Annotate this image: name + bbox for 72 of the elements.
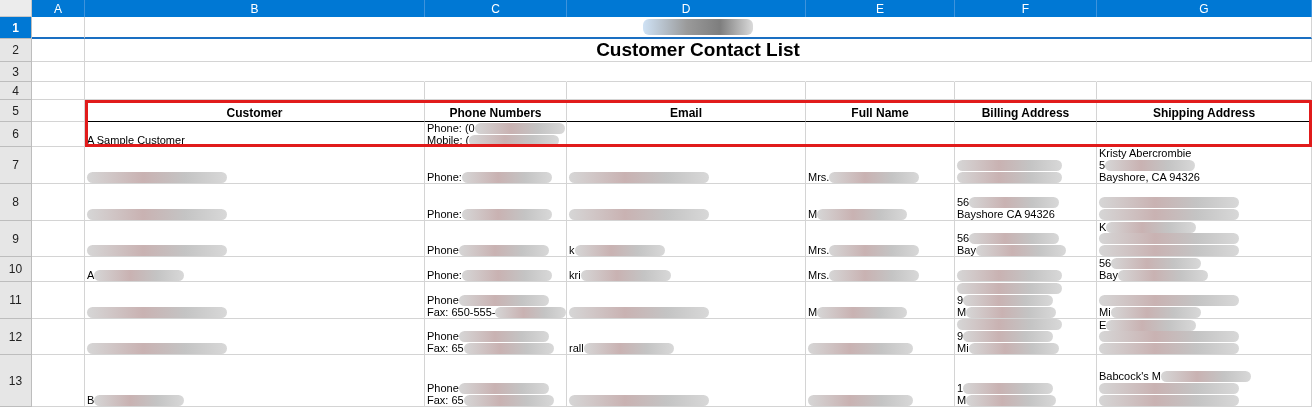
- table-cell: [32, 82, 85, 100]
- cell-text: 56: [1099, 257, 1112, 269]
- sheet-title: Customer Contact List: [596, 39, 800, 61]
- cell-text: 1: [957, 382, 964, 394]
- column-header[interactable]: G: [1097, 0, 1312, 17]
- column-header[interactable]: F: [955, 0, 1097, 17]
- cell-text: Phone: [427, 382, 459, 394]
- row-header[interactable]: 8: [0, 184, 32, 221]
- row-header[interactable]: 10: [0, 257, 32, 282]
- cell-text: Bay: [957, 244, 976, 256]
- cell-text: Phone:: [427, 269, 462, 281]
- cell-text: Phone: [427, 330, 459, 342]
- cell-text: 56: [957, 196, 970, 208]
- column-header[interactable]: C: [425, 0, 567, 17]
- cell-text: Kristy Abercrombie: [1099, 147, 1192, 159]
- cell-text: K: [1099, 221, 1107, 233]
- row-header[interactable]: 7: [0, 147, 32, 184]
- table-cell: [32, 100, 85, 122]
- cell-text: Mrs.: [808, 244, 830, 256]
- column-heading: Shipping Address: [1097, 100, 1312, 122]
- cell-text: A: [87, 269, 95, 281]
- row-header[interactable]: 6: [0, 122, 32, 147]
- cell-text: Mrs.: [808, 269, 830, 281]
- cell-text: M: [957, 394, 967, 406]
- cell-text: Bayshore CA 94326: [957, 208, 1055, 220]
- cell-text: Fax: 65: [427, 342, 464, 354]
- column-heading: Billing Address: [955, 100, 1097, 122]
- cell-text: Mrs.: [808, 171, 830, 183]
- row-header[interactable]: 5: [0, 100, 32, 122]
- row-header[interactable]: 2: [0, 39, 32, 62]
- cell-text: B: [87, 394, 95, 406]
- cell-text: Fax: 650-555-: [427, 306, 496, 318]
- row-header[interactable]: 9: [0, 221, 32, 257]
- cell-text: Mi: [1099, 306, 1111, 318]
- column-header[interactable]: E: [806, 0, 955, 17]
- table-cell: [32, 122, 85, 147]
- cell-text: Bay: [1099, 269, 1118, 281]
- cell-text: Bayshore, CA 94326: [1099, 171, 1200, 183]
- select-all-corner[interactable]: [0, 0, 32, 17]
- row-header[interactable]: 13: [0, 355, 32, 407]
- cell-text: Phone: [427, 294, 459, 306]
- cell-text: 5: [1099, 159, 1106, 171]
- column-heading: Customer: [85, 100, 425, 122]
- cell-text: k: [569, 244, 575, 256]
- cell-text: E: [1099, 319, 1107, 331]
- row-header[interactable]: 1: [0, 17, 32, 39]
- cell-text: Mi: [957, 342, 969, 354]
- row-header[interactable]: 3: [0, 62, 32, 82]
- cell-text: M: [957, 306, 967, 318]
- cell-text: kri: [569, 269, 581, 281]
- cell-text: Babcock's M: [1099, 370, 1161, 382]
- table-cell: [32, 62, 85, 82]
- column-header[interactable]: B: [85, 0, 425, 17]
- column-header[interactable]: D: [567, 0, 806, 17]
- cell-text: 9: [957, 294, 964, 306]
- row-header[interactable]: 4: [0, 82, 32, 100]
- cell-text: M: [808, 208, 818, 220]
- cell-text: Phone: [427, 244, 459, 256]
- cell-text: 56: [957, 232, 970, 244]
- cell-text: Phone: (0: [427, 122, 475, 134]
- column-heading: Phone Numbers: [425, 100, 567, 122]
- cell-text: Phone:: [427, 171, 462, 183]
- row-header[interactable]: 12: [0, 319, 32, 355]
- cell-text: M: [808, 306, 818, 318]
- column-header[interactable]: A: [32, 0, 85, 17]
- cell-text: rall: [569, 342, 584, 354]
- column-heading: Full Name: [806, 100, 955, 122]
- cell-text: 9: [957, 330, 964, 342]
- column-heading: Email: [567, 100, 806, 122]
- cell-text: Phone:: [427, 208, 462, 220]
- cell-text: Fax: 65: [427, 394, 464, 406]
- row-header[interactable]: 11: [0, 282, 32, 319]
